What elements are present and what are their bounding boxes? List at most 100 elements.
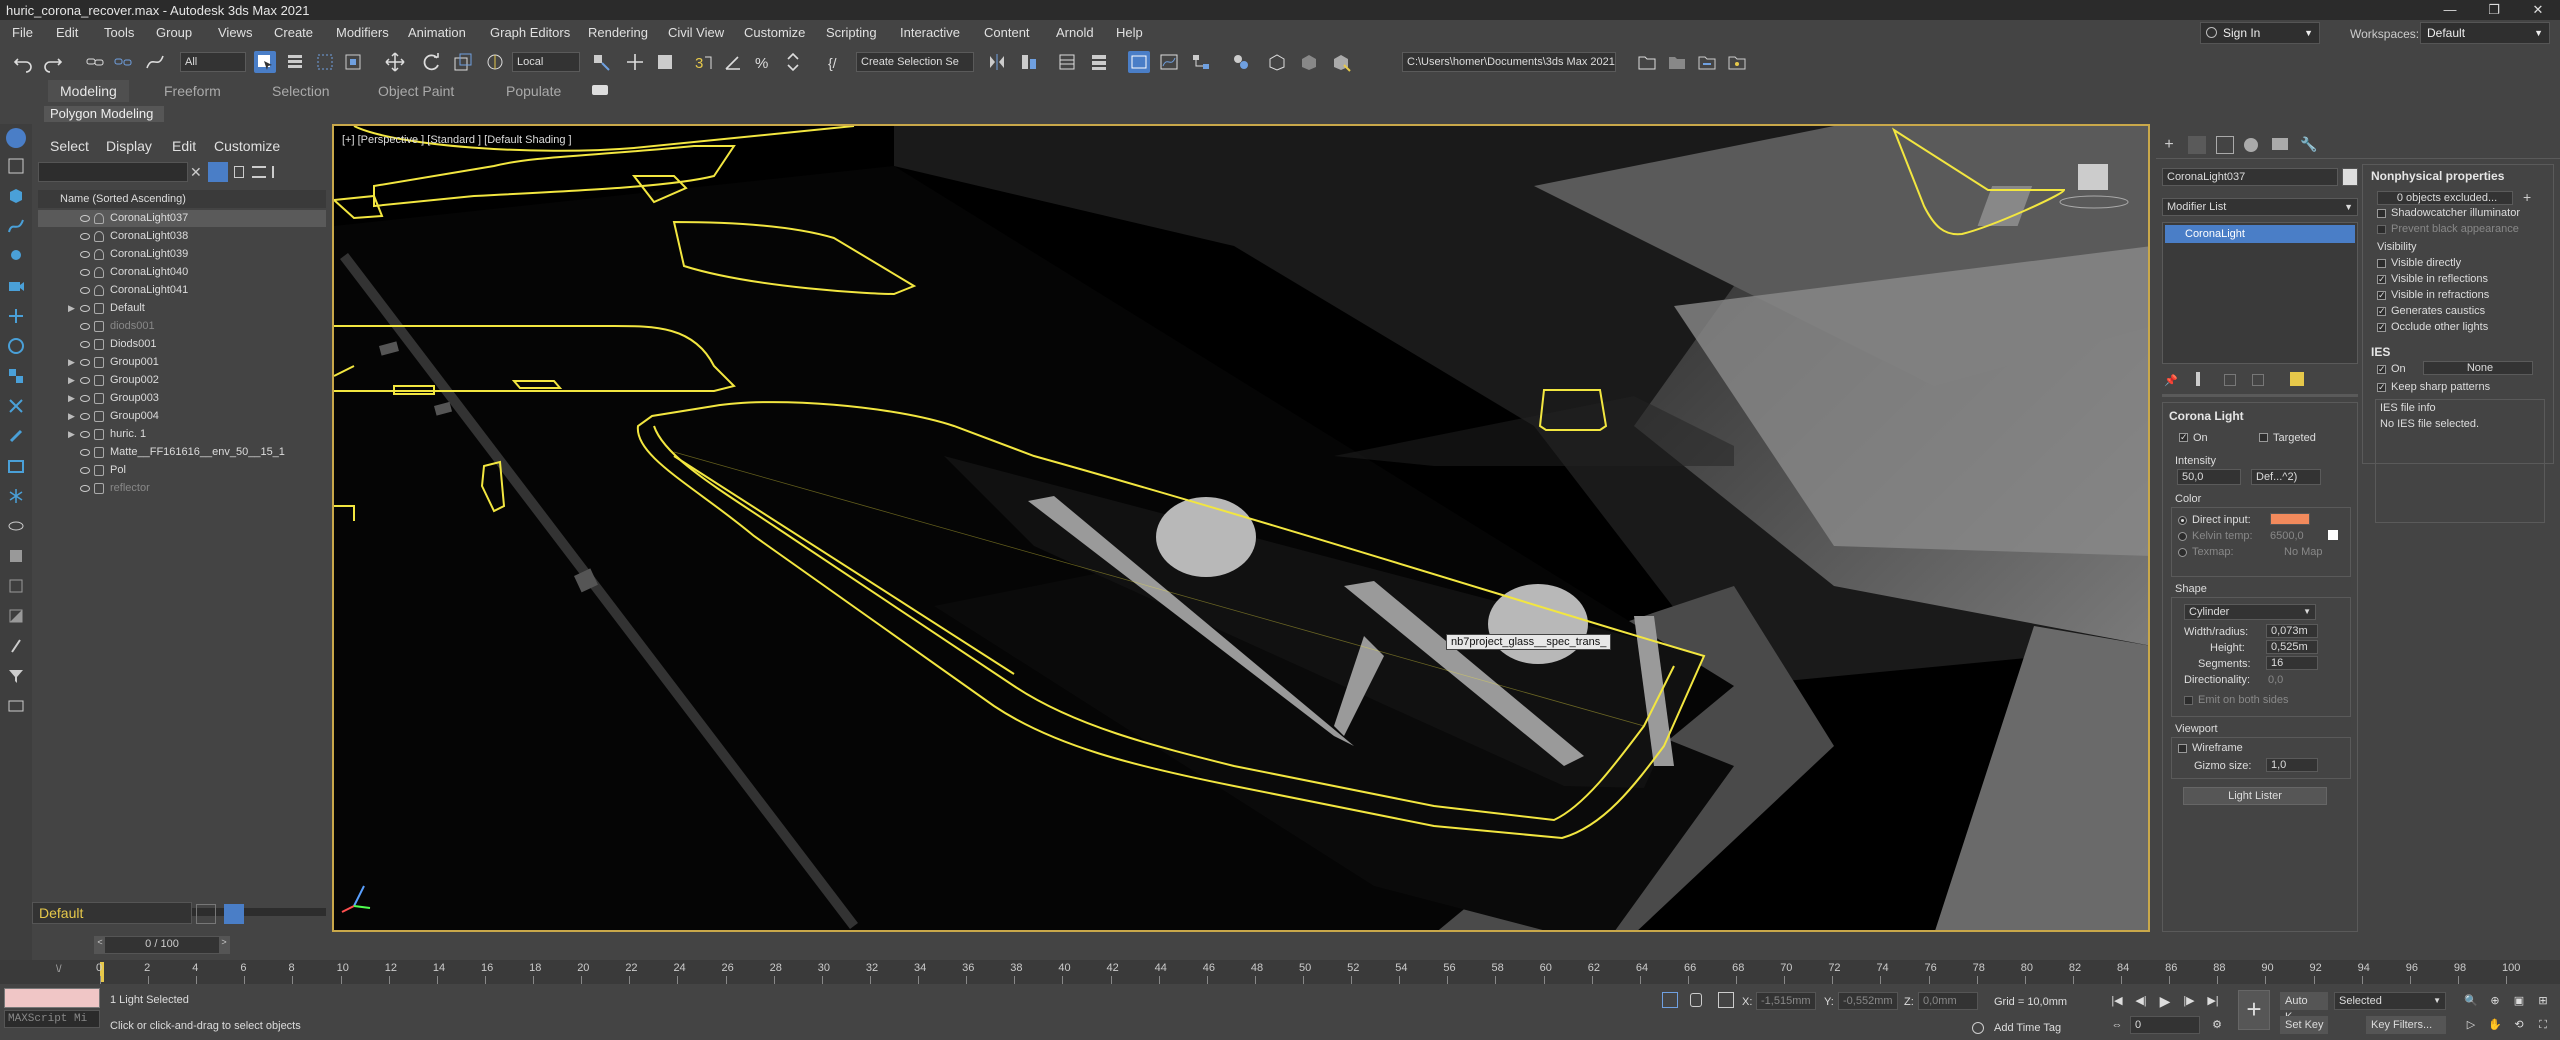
ies-title[interactable]: IES xyxy=(2371,345,2390,359)
visibility-eye-icon[interactable] xyxy=(80,233,90,240)
rotate-icon[interactable] xyxy=(420,51,442,73)
perspective-viewport[interactable]: [+] [Perspective ] [Standard ] [Default … xyxy=(332,124,2150,932)
expand-arrow-icon[interactable]: ▶ xyxy=(68,390,75,407)
render-setup-icon[interactable] xyxy=(1266,51,1288,73)
explorer-row[interactable]: ▶ Group001 xyxy=(38,354,326,371)
explorer-row[interactable]: Matte__FF161616__env_50__15_1 xyxy=(38,444,326,461)
toggle-scene-explorer-icon[interactable] xyxy=(1056,51,1078,73)
motion-tab-icon[interactable] xyxy=(2244,138,2258,152)
layer-manager-icon[interactable] xyxy=(196,904,216,924)
explorer-row[interactable]: reflector xyxy=(38,480,326,497)
explorer-column-header[interactable]: Name (Sorted Ascending) xyxy=(38,190,326,208)
key-filters-button[interactable]: Key Filters... xyxy=(2366,1016,2446,1034)
width-spinner[interactable]: 0,073m xyxy=(2266,624,2318,638)
shapes-filter-icon[interactable] xyxy=(6,216,26,236)
orbit-icon[interactable]: ⟲ xyxy=(2510,1016,2528,1034)
filter-toggle-icon[interactable] xyxy=(208,162,228,182)
corona-light-title[interactable]: Corona Light xyxy=(2169,409,2244,423)
z-coordinate-field[interactable]: 0,0mm xyxy=(1918,992,1978,1010)
maxscript-mini-listener[interactable]: MAXScript Mi xyxy=(4,1010,100,1028)
explorer-row[interactable]: ▶ Group002 xyxy=(38,372,326,389)
create-tab-icon[interactable]: + xyxy=(2160,136,2178,154)
show-end-result-icon[interactable] xyxy=(2196,372,2200,386)
hidden-filter-icon[interactable] xyxy=(6,516,26,536)
visibility-eye-icon[interactable] xyxy=(80,305,90,312)
scale-icon[interactable] xyxy=(452,51,474,73)
explorer-row[interactable]: CoronaLight041 xyxy=(38,282,326,299)
xrefs-filter-icon[interactable] xyxy=(6,396,26,416)
visibility-eye-icon[interactable] xyxy=(80,467,90,474)
selection-filter-dropdown[interactable]: All xyxy=(180,52,246,72)
mirror-icon[interactable] xyxy=(986,51,1008,73)
play-icon[interactable]: ▶ xyxy=(2156,992,2174,1010)
time-configuration-icon[interactable]: ⚙ xyxy=(2208,1016,2226,1034)
menu-file[interactable]: File xyxy=(12,25,33,40)
menu-rendering[interactable]: Rendering xyxy=(588,25,648,40)
targeted-checkbox[interactable] xyxy=(2259,433,2268,442)
go-to-end-icon[interactable]: ▶| xyxy=(2204,992,2222,1010)
visibility-eye-icon[interactable] xyxy=(80,413,90,420)
paint-icon[interactable] xyxy=(6,636,26,656)
maxscript-listener-color[interactable] xyxy=(4,988,100,1008)
absolute-mode-icon[interactable] xyxy=(1718,992,1734,1008)
spinner-snap-icon[interactable] xyxy=(782,51,804,73)
schematic-view-icon[interactable] xyxy=(1190,51,1212,73)
expand-arrow-icon[interactable]: ▶ xyxy=(68,372,75,389)
remove-modifier-icon[interactable] xyxy=(2252,374,2264,386)
light-lister-button[interactable]: Light Lister xyxy=(2183,787,2327,805)
time-slider-track[interactable]: < 0 / 100 > xyxy=(94,936,230,954)
prevent-black-checkbox[interactable] xyxy=(2377,225,2386,234)
menu-modifiers[interactable]: Modifiers xyxy=(336,25,389,40)
select-by-name-icon[interactable] xyxy=(284,51,306,73)
direct-input-color-swatch[interactable] xyxy=(2270,513,2310,525)
explorer-row[interactable]: ▶ Default xyxy=(38,300,326,317)
named-selection-dropdown[interactable]: Create Selection Se xyxy=(856,52,974,72)
auto-key-button[interactable]: Auto K... xyxy=(2280,992,2328,1023)
configure-modifier-sets-icon[interactable] xyxy=(2290,372,2304,386)
select-manipulate-icon[interactable] xyxy=(624,51,646,73)
layer-dropdown[interactable]: Default xyxy=(32,902,192,924)
material-editor-icon[interactable] xyxy=(1230,51,1252,73)
panel-splitter[interactable] xyxy=(2162,394,2358,397)
close-button[interactable]: ✕ xyxy=(2516,0,2560,20)
object-color-swatch[interactable] xyxy=(2342,168,2358,186)
segments-spinner[interactable]: 16 xyxy=(2266,656,2318,670)
sign-in-dropdown[interactable]: Sign In ▼ xyxy=(2200,22,2320,44)
menu-content[interactable]: Content xyxy=(984,25,1030,40)
visibility-eye-icon[interactable] xyxy=(80,395,90,402)
keep-sharp-checkbox[interactable]: ✓ xyxy=(2377,383,2386,392)
expand-arrow-icon[interactable]: ▶ xyxy=(68,354,75,371)
kelvin-radio[interactable] xyxy=(2178,532,2187,541)
curve-editor-icon[interactable] xyxy=(1158,51,1180,73)
explorer-menu-select[interactable]: Select xyxy=(50,138,89,154)
field-of-view-icon[interactable]: ▷ xyxy=(2462,1016,2480,1034)
geometry-filter-icon[interactable] xyxy=(6,186,26,206)
render-production-icon[interactable] xyxy=(1330,51,1352,73)
hierarchy-icon[interactable] xyxy=(252,166,266,178)
edit-named-selection-icon[interactable]: {/ xyxy=(826,51,848,73)
open-folder-icon[interactable] xyxy=(1696,51,1718,73)
explorer-row[interactable]: diods001 xyxy=(38,318,326,335)
ies-on-checkbox[interactable]: ✓ xyxy=(2377,365,2386,374)
menu-edit[interactable]: Edit xyxy=(56,25,78,40)
utilities-tab-icon[interactable]: 🔧 xyxy=(2300,136,2318,154)
visibility-eye-icon[interactable] xyxy=(80,215,90,222)
track-bar[interactable]: \/ 0 2 4 6 8 10 12 14 16 18 20 22 24 26 28 30 32 34 36 38 40… xyxy=(0,960,2560,984)
bind-space-warp-icon[interactable] xyxy=(144,51,166,73)
next-frame-icon[interactable]: > xyxy=(219,937,229,953)
explorer-row[interactable]: Pol xyxy=(38,462,326,479)
unlink-icon[interactable] xyxy=(112,51,134,73)
ies-file-button[interactable]: None xyxy=(2423,361,2533,375)
menu-graph-editors[interactable]: Graph Editors xyxy=(490,25,570,40)
exclude-button[interactable]: 0 objects excluded... xyxy=(2377,191,2513,205)
kelvin-value[interactable]: 6500,0 xyxy=(2270,530,2318,542)
zoom-extents-all-icon[interactable]: ⊞ xyxy=(2534,992,2552,1010)
emit-both-checkbox[interactable] xyxy=(2184,696,2193,705)
options-icon[interactable] xyxy=(6,696,26,716)
angle-snap-icon[interactable] xyxy=(722,51,744,73)
menu-civil-view[interactable]: Civil View xyxy=(668,25,724,40)
intensity-unit-dropdown[interactable]: Def...^2) xyxy=(2251,469,2321,485)
visibility-eye-icon[interactable] xyxy=(80,377,90,384)
time-config-mode-icon[interactable]: ⇔ xyxy=(2108,1016,2126,1034)
add-time-tag[interactable]: Add Time Tag xyxy=(1994,1022,2061,1034)
